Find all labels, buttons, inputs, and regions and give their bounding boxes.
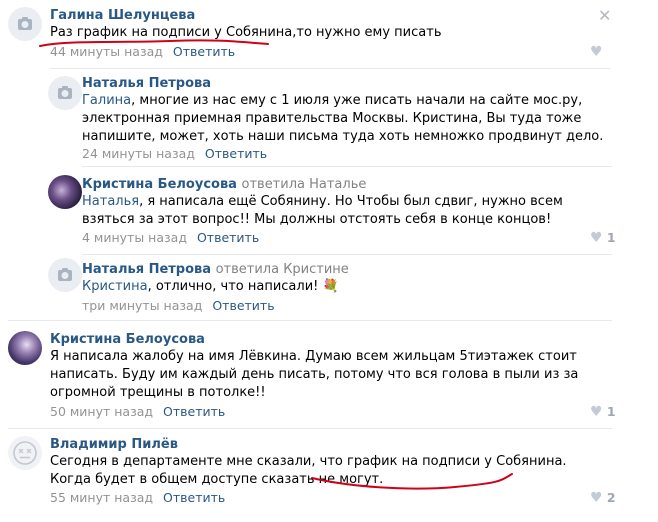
heart-icon: ♥ — [590, 490, 603, 506]
comment-author[interactable]: Кристина Белоусова — [50, 332, 205, 347]
comment-author[interactable]: Наталья Петрова ответила Кристине — [82, 262, 349, 277]
comment-time[interactable]: три минуты назад — [82, 298, 202, 313]
comment-time[interactable]: 55 минут назад — [50, 490, 153, 505]
camera-icon[interactable] — [8, 7, 42, 41]
comment-item: Кристина Белоусова Я написала жалобу на … — [0, 326, 658, 422]
like-button[interactable]: ♥ 1 — [590, 404, 616, 420]
deleted-user-icon[interactable] — [8, 436, 42, 470]
bouquet-icon: 💐 — [322, 279, 339, 294]
author-name[interactable]: Наталья Петрова — [82, 262, 211, 277]
author-name[interactable]: Кристина Белоусова — [82, 177, 237, 192]
comment-time[interactable]: 24 минуты назад — [82, 146, 195, 161]
comment-reply: Наталья Петрова ответила Кристине Кристи… — [0, 258, 658, 318]
comment-text: Наталья, я написала ещё Собянину. Но Что… — [82, 193, 612, 229]
comment-text: Кристина, отлично, что написали! 💐 — [82, 278, 612, 296]
avatar[interactable] — [48, 175, 82, 209]
mention-link[interactable]: Галина — [82, 93, 131, 108]
reply-button[interactable]: Ответить — [212, 298, 274, 313]
comment-meta: 55 минут назад Ответить — [50, 490, 225, 505]
like-button[interactable]: ♥ 1 — [590, 230, 616, 246]
comment-author[interactable]: Кристина Белоусова ответила Наталье — [82, 177, 366, 192]
comment-text: Галина, многие из нас ему с 1 июля уже п… — [82, 92, 612, 146]
comment-item: Галина Шелунцева Раз график на подписи у… — [0, 0, 658, 66]
comment-body: , я написала ещё Собянину. Но Чтобы был … — [82, 194, 563, 227]
reply-to-label[interactable]: ответила Наталье — [242, 177, 367, 192]
reply-button[interactable]: Ответить — [163, 404, 225, 419]
comment-body: , многие из нас ему с 1 июля уже писать … — [82, 93, 604, 144]
comment-time[interactable]: 50 минут назад — [50, 404, 153, 419]
reply-to-label[interactable]: ответила Кристине — [216, 262, 349, 277]
reply-button[interactable]: Ответить — [163, 490, 225, 505]
comment-reply: Кристина Белоусова ответила Наталье Ната… — [0, 172, 658, 252]
comment-reply: Наталья Петрова Галина, многие из нас ем… — [0, 70, 658, 162]
like-count: 2 — [606, 490, 616, 505]
comment-text: Я написала жалобу на имя Лёвкина. Думаю … — [50, 349, 579, 400]
comment-author[interactable]: Наталья Петрова — [82, 76, 211, 91]
comment-author[interactable]: Галина Шелунцева — [50, 8, 195, 23]
camera-icon[interactable] — [48, 76, 82, 110]
comment-text: Раз график на подписи у Собянина,то нужн… — [50, 25, 442, 40]
comment-meta: 44 минуты назад Ответить — [50, 44, 235, 59]
comment-meta: три минуты назад Ответить — [82, 298, 275, 313]
like-count: 1 — [606, 404, 616, 419]
divider — [8, 320, 612, 321]
like-button[interactable]: ♥ — [590, 44, 603, 60]
comment-author[interactable]: Владимир Пилёв — [50, 437, 178, 452]
comment-text: Сегодня в департаменте мне сказали, что … — [50, 454, 567, 487]
divider — [82, 166, 612, 167]
comment-meta: 24 минуты назад Ответить — [82, 146, 267, 161]
comment-body: , отлично, что написали! — [147, 279, 319, 294]
like-button[interactable]: ♥ 2 — [590, 490, 616, 506]
comment-meta: 4 минуты назад Ответить — [82, 230, 259, 245]
heart-icon: ♥ — [590, 404, 603, 420]
like-count: 1 — [606, 230, 616, 245]
divider — [82, 254, 612, 255]
comment-time[interactable]: 44 минуты назад — [50, 44, 163, 59]
divider — [50, 68, 610, 69]
reply-button[interactable]: Ответить — [173, 44, 235, 59]
reply-button[interactable]: Ответить — [205, 146, 267, 161]
comment-time[interactable]: 4 минуты назад — [82, 230, 187, 245]
mention-link[interactable]: Наталья — [82, 194, 139, 209]
avatar[interactable] — [8, 331, 42, 365]
heart-icon: ♥ — [590, 230, 603, 246]
camera-icon[interactable] — [48, 258, 82, 292]
comment-item: Владимир Пилёв Сегодня в департаменте мн… — [0, 432, 658, 518]
comment-meta: 50 минут назад Ответить — [50, 404, 225, 419]
reply-button[interactable]: Ответить — [197, 230, 259, 245]
heart-icon: ♥ — [590, 44, 603, 60]
divider — [8, 428, 612, 429]
mention-link[interactable]: Кристина — [82, 279, 148, 294]
